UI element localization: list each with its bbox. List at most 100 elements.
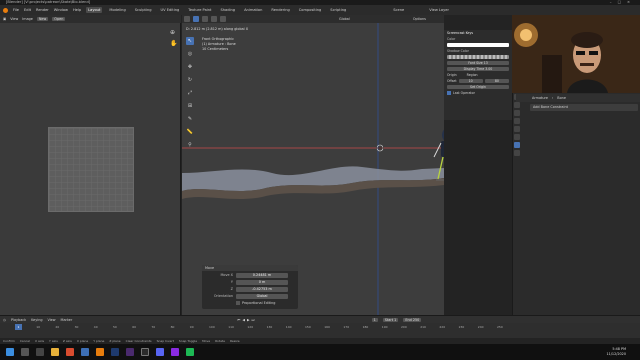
move-tool-icon[interactable]: ✥ (186, 63, 194, 71)
select-mode-icon[interactable] (202, 16, 208, 22)
menu-help[interactable]: Help (73, 8, 81, 12)
discord-icon[interactable] (156, 348, 164, 356)
system-clock[interactable]: 5:48 PM 11/12/2020 (606, 347, 626, 356)
app-icon[interactable] (186, 348, 194, 356)
rotate-tool-icon[interactable]: ↻ (186, 76, 194, 84)
tab-texture-paint[interactable]: Texture Paint (186, 7, 213, 13)
view-layer-selector[interactable]: View Layer (429, 8, 449, 12)
tab-scripting[interactable]: Scripting (328, 7, 348, 13)
timeline-tick-label: 220 (439, 325, 446, 329)
image-new-button[interactable]: New (36, 17, 49, 21)
timeline-tick-label: 180 (362, 325, 369, 329)
shadow-color-swatch[interactable] (447, 55, 509, 59)
tab-animation[interactable]: Animation (242, 7, 264, 13)
font-size-value: 13 (483, 61, 488, 65)
menu-file[interactable]: File (13, 8, 19, 12)
move-y-field[interactable]: 0 m (236, 279, 288, 285)
tab-data-icon[interactable] (514, 150, 520, 156)
add-bone-constraint-button[interactable]: Add Bone Constraint (530, 104, 638, 111)
app-icon[interactable] (81, 348, 89, 356)
marker-menu[interactable]: Marker (61, 318, 73, 322)
search-icon[interactable] (21, 348, 29, 356)
move-panel-title[interactable]: Move (202, 265, 298, 271)
keying-menu[interactable]: Keying (31, 318, 42, 322)
display-time-field[interactable]: Display Time 3.00 (447, 67, 509, 71)
blender-logo-icon[interactable] (3, 7, 8, 13)
tab-object-icon[interactable] (514, 134, 520, 140)
tab-sculpting[interactable]: Sculpting (133, 7, 154, 13)
hand-pan-icon[interactable]: ✋ (170, 40, 178, 47)
proportional-label: Proportional Editing (242, 301, 276, 305)
menu-edit[interactable]: Edit (24, 8, 31, 12)
measure-tool-icon[interactable]: 📏 (186, 128, 194, 136)
image-open-button[interactable]: Open (52, 17, 66, 21)
font-size-field[interactable]: Font Size 13 (447, 61, 509, 65)
editor-type-icon[interactable]: ▣ (3, 17, 6, 21)
select-tool-icon[interactable]: ↖ (186, 37, 194, 45)
transform-tool-icon[interactable]: ⊞ (186, 102, 194, 110)
zoom-icon[interactable]: ⊕ (170, 29, 178, 36)
browser-icon[interactable] (66, 348, 74, 356)
tab-bone-constraint-icon[interactable] (514, 142, 520, 148)
playback-controls[interactable]: ⏮◀▶⏭ (237, 318, 256, 322)
scene-selector[interactable]: Scene (393, 8, 404, 12)
cursor-tool-icon[interactable]: ◎ (186, 50, 194, 58)
image-image-menu[interactable]: Image (22, 17, 33, 21)
obs-icon[interactable] (141, 348, 149, 356)
select-box-icon[interactable] (193, 16, 199, 22)
last-operator-checkbox[interactable] (447, 91, 451, 95)
tab-uv-editing[interactable]: UV Editing (159, 7, 182, 13)
color-swatch[interactable] (447, 43, 509, 47)
transform-orientation[interactable]: Global (339, 17, 350, 21)
proportional-checkbox[interactable] (236, 301, 240, 305)
tab-compositing[interactable]: Compositing (297, 7, 324, 13)
scale-tool-icon[interactable]: ⤢ (186, 89, 194, 97)
tab-world-icon[interactable] (514, 126, 520, 132)
tab-shading[interactable]: Shading (218, 7, 237, 13)
tab-layout[interactable]: Layout (86, 7, 103, 13)
webcam-image (512, 15, 640, 93)
move-x-field[interactable]: 0.24481 m (236, 272, 288, 278)
file-explorer-icon[interactable] (51, 348, 59, 356)
tab-modeling[interactable]: Modeling (107, 7, 127, 13)
bone-tool-icon[interactable]: ⚲ (186, 141, 194, 149)
annotate-tool-icon[interactable]: ✎ (186, 115, 194, 123)
photoshop-icon[interactable] (111, 348, 119, 356)
timeline-tick-label: 70 (151, 325, 156, 329)
select-mode-icon[interactable] (211, 16, 217, 22)
offset-y-field[interactable]: 80 (484, 79, 510, 83)
editor-type-icon[interactable]: ◷ (3, 318, 6, 322)
options-menu[interactable]: Options (413, 17, 426, 21)
view-menu[interactable]: View (48, 318, 56, 322)
orientation-dropdown[interactable]: Global (236, 293, 288, 299)
menu-render[interactable]: Render (36, 8, 49, 12)
image-view-menu[interactable]: View (10, 17, 18, 21)
tool-shelf: ↖ ◎ ✥ ↻ ⤢ ⊞ ✎ 📏 ⚲ (186, 37, 196, 154)
blender-taskbar-icon[interactable] (96, 348, 104, 356)
end-label: End (405, 317, 412, 322)
tab-rendering[interactable]: Rendering (269, 7, 291, 13)
end-frame-field[interactable]: End 250 (403, 317, 422, 322)
menu-window[interactable]: Window (54, 8, 68, 12)
premiere-icon[interactable] (126, 348, 134, 356)
app-icon[interactable] (171, 348, 179, 356)
start-menu-icon[interactable] (6, 348, 14, 356)
timeline-ruler[interactable]: 1 10 20 30 40 50 60 70 80 90 100 110 120 130 140 150 16… (0, 324, 510, 330)
move-z-field[interactable]: -0.42753 m (236, 286, 288, 292)
tab-scene-icon[interactable] (514, 118, 520, 124)
playback-menu[interactable]: Playback (11, 318, 26, 322)
tab-render-icon[interactable] (514, 102, 520, 108)
tab-output-icon[interactable] (514, 110, 520, 116)
editor-type-icon[interactable] (184, 16, 190, 22)
3d-viewport[interactable]: Global Options D: 2.812 m (2.812 m) alon… (182, 15, 444, 315)
status-snap-invert: Snap Invert (156, 339, 174, 343)
image-canvas[interactable] (48, 127, 134, 212)
offset-x-field[interactable]: 10 (458, 79, 483, 83)
start-frame-field[interactable]: Start 1 (382, 317, 399, 322)
region-dropdown[interactable]: Region (467, 73, 478, 77)
set-origin-button[interactable]: Set Origin (447, 85, 509, 89)
current-frame-field[interactable]: 1 (371, 317, 378, 322)
select-mode-icon[interactable] (220, 16, 226, 22)
playhead[interactable]: 1 (15, 324, 22, 330)
task-view-icon[interactable] (36, 348, 44, 356)
